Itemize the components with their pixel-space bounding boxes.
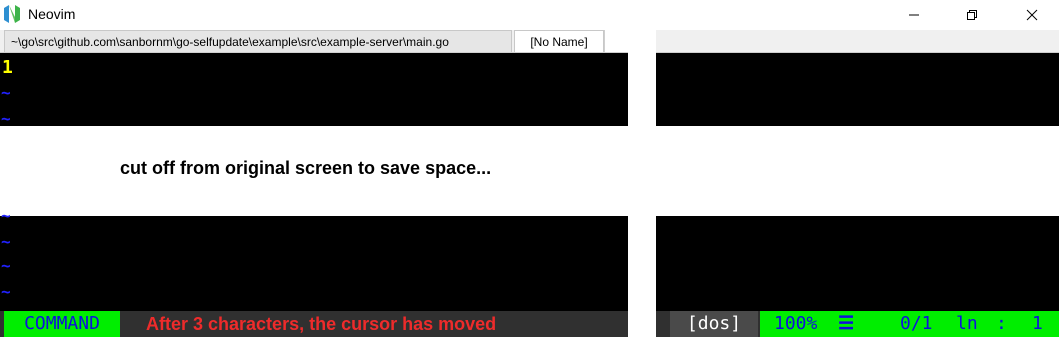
- empty-line-tilde: ~: [1, 206, 11, 225]
- text-cursor: [55, 337, 68, 343]
- restore-button[interactable]: [949, 0, 995, 30]
- cutoff-note: cut off from original screen to save spa…: [120, 158, 492, 178]
- mode-indicator: COMMAND: [4, 311, 120, 337]
- tab-bar-right: [656, 30, 1059, 53]
- line-number: 1: [2, 57, 13, 78]
- window-title: Neovim: [28, 6, 76, 22]
- close-icon: [1026, 9, 1038, 21]
- file-format-badge: [dos]: [670, 311, 758, 337]
- restore-icon: [967, 10, 977, 20]
- empty-line-tilde: ~: [1, 109, 11, 128]
- title-bar: Neovim: [0, 0, 1059, 30]
- tab-label: [No Name]: [530, 35, 588, 49]
- column-separator: :: [996, 313, 1007, 334]
- minimize-button[interactable]: [891, 0, 937, 30]
- editor-pane-bottom-right[interactable]: [656, 216, 1059, 311]
- editor-pane-top-right[interactable]: [656, 53, 1059, 126]
- tab-bar: ~\go\src\github.com\sanbornm\go-selfupda…: [0, 30, 629, 53]
- empty-line-tilde: ~: [1, 282, 11, 301]
- tab-no-name[interactable]: [No Name]: [514, 30, 604, 52]
- tab-main-go[interactable]: ~\go\src\github.com\sanbornm\go-selfupda…: [4, 30, 512, 52]
- status-line: COMMAND After 3 characters, the cursor h…: [0, 311, 1059, 337]
- minimize-icon: [909, 14, 919, 16]
- cursor-position-section: 100% ☰ 0/1 ln : 1: [760, 311, 1059, 337]
- editor-pane-top-left[interactable]: 1 ~ ~: [0, 53, 628, 128]
- status-message: After 3 characters, the cursor has moved: [146, 314, 497, 334]
- empty-line-tilde: ~: [1, 83, 11, 102]
- neovim-logo-icon: [4, 5, 20, 23]
- scroll-percent: 100%: [774, 313, 818, 334]
- ln-label: ln: [956, 313, 978, 334]
- tab-label: ~\go\src\github.com\sanbornm\go-selfupda…: [11, 35, 449, 49]
- line-count: 0/1: [900, 313, 933, 334]
- empty-line-tilde: ~: [1, 232, 11, 251]
- empty-line-tilde: ~: [1, 256, 11, 275]
- tab-bar-filler: [604, 30, 629, 52]
- editor-pane-bottom-left[interactable]: ~ ~ ~ ~: [0, 206, 628, 311]
- line-bars-icon: ☰: [838, 313, 855, 334]
- close-button[interactable]: [1009, 0, 1055, 30]
- column-number: 1: [1032, 313, 1043, 334]
